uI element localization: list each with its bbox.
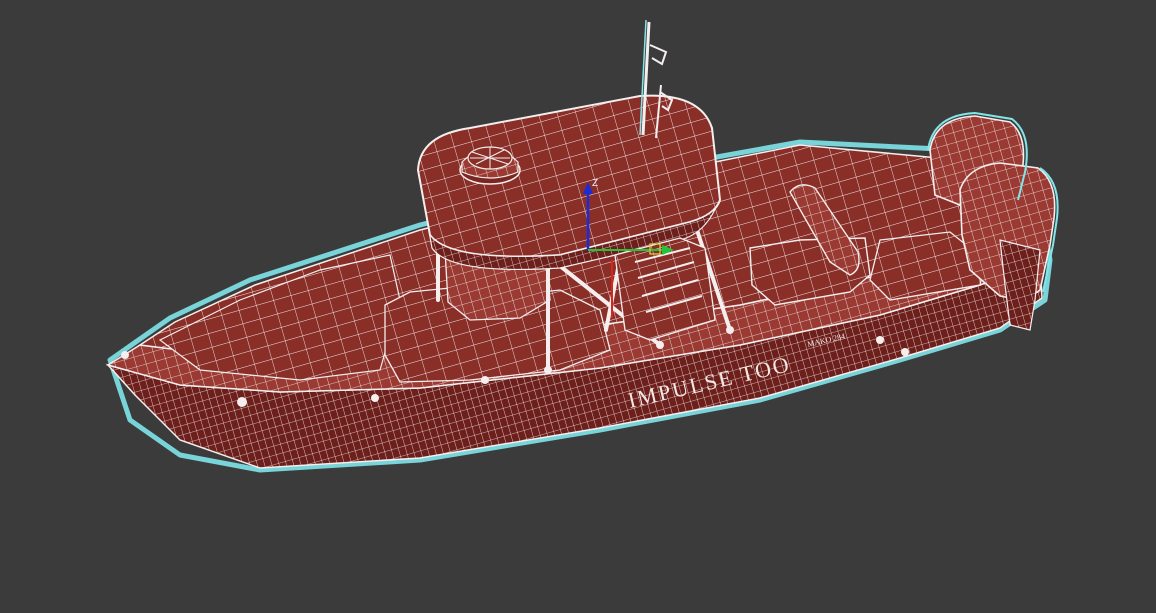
- 3d-viewport[interactable]: IMPULSE TOO MAKO 284 Z: [0, 0, 1156, 613]
- gizmo-z-label: Z: [592, 178, 598, 189]
- boat-model-render[interactable]: IMPULSE TOO MAKO 284 Z: [0, 0, 1156, 613]
